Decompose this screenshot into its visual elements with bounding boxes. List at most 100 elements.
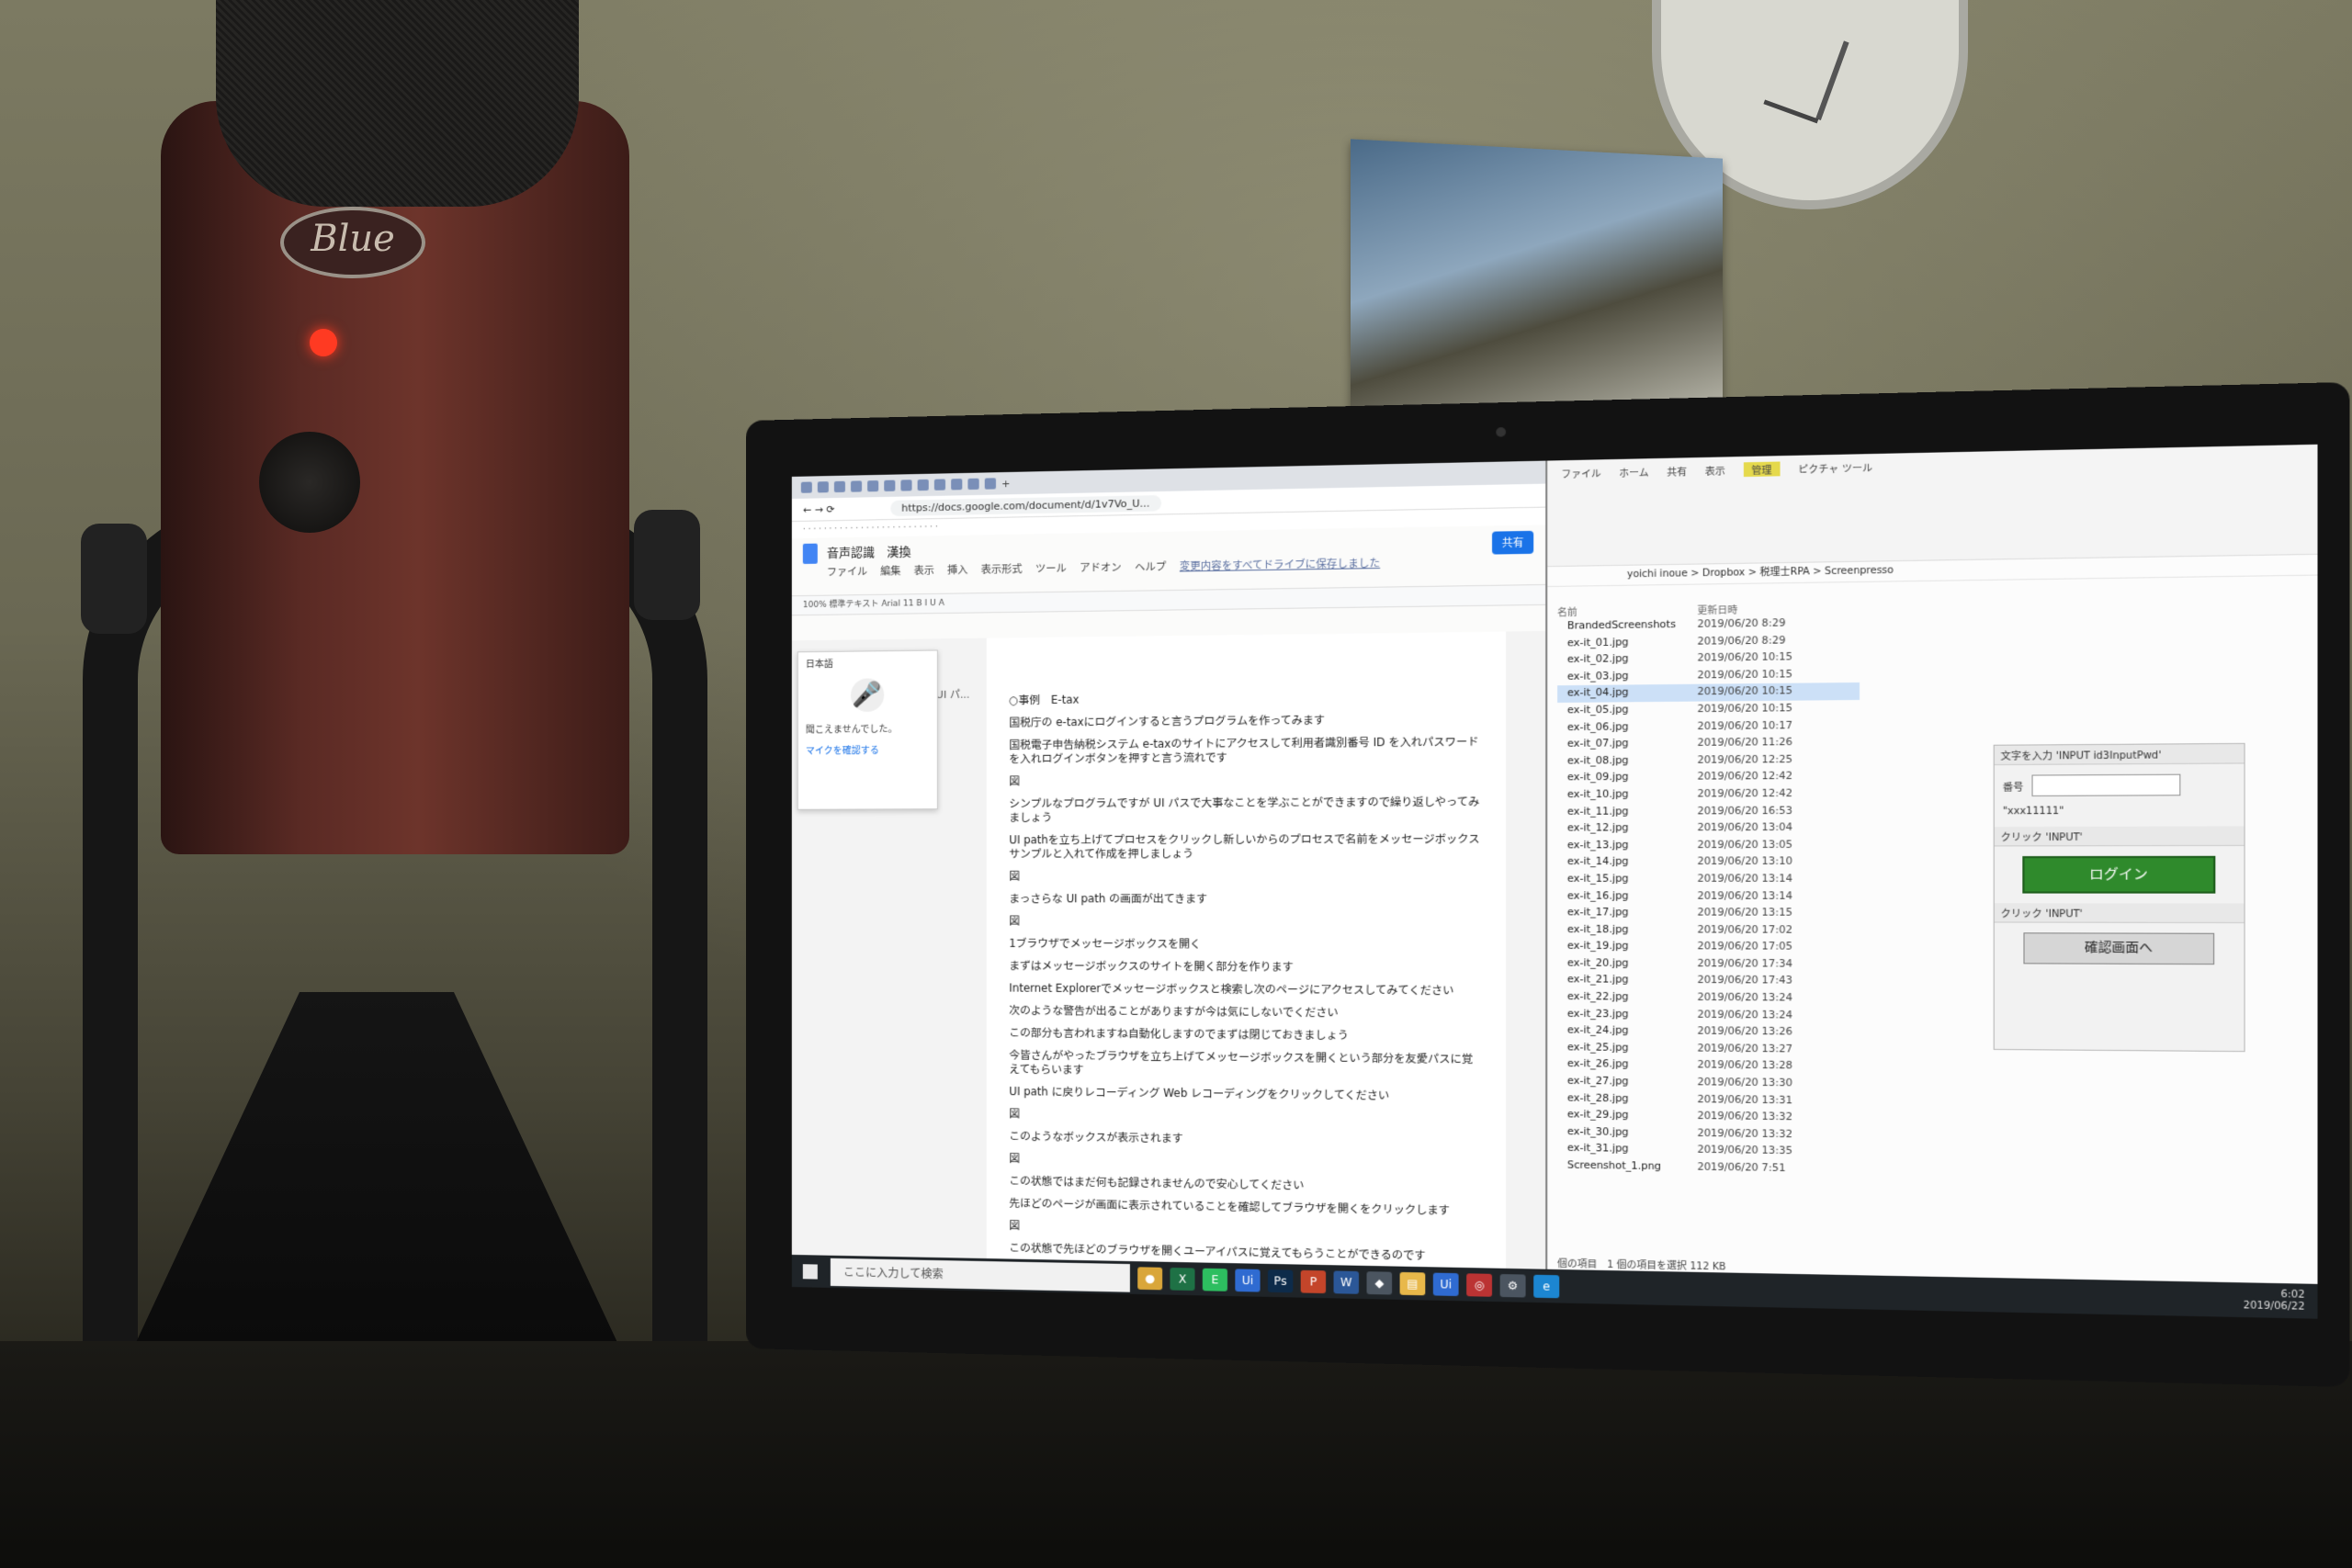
- taskbar-search-input[interactable]: ここに入力して検索: [830, 1258, 1130, 1292]
- column-date-header[interactable]: 更新日時: [1697, 602, 1737, 616]
- tab-icon[interactable]: [867, 479, 879, 492]
- reload-icon[interactable]: ⟳: [826, 503, 834, 515]
- file-date: 2019/06/20 17:05: [1697, 941, 1792, 953]
- tab-icon[interactable]: [917, 479, 929, 491]
- file-row[interactable]: ex-it_14.jpg 2019/06/20 13:10: [1557, 853, 1860, 871]
- field-value[interactable]: "xxx11111": [1995, 806, 2245, 818]
- tab-icon[interactable]: [817, 481, 829, 493]
- check-mic-link[interactable]: マイクを確認する: [798, 734, 937, 757]
- file-row[interactable]: ex-it_16.jpg 2019/06/20 13:14: [1557, 888, 1860, 906]
- file-row[interactable]: ex-it_06.jpg 2019/06/20 10:17: [1557, 717, 1860, 737]
- ribbon-tab[interactable]: 共有: [1667, 464, 1687, 479]
- file-row[interactable]: ex-it_12.jpg 2019/06/20 13:04: [1557, 819, 1860, 837]
- share-button[interactable]: 共有: [1492, 530, 1534, 555]
- menu-item[interactable]: ツール: [1035, 560, 1067, 576]
- file-row[interactable]: ex-it_08.jpg 2019/06/20 12:25: [1557, 751, 1860, 770]
- file-row[interactable]: ex-it_15.jpg 2019/06/20 13:14: [1557, 871, 1860, 888]
- file-row[interactable]: ex-it_07.jpg 2019/06/20 11:26: [1557, 734, 1860, 753]
- doc-paragraph: 図: [1009, 869, 1021, 883]
- menu-item[interactable]: 表示: [914, 563, 934, 579]
- doc-paragraph: シンプルなプログラムですが UI パスで大事なことを学ぶことができますので繰り返…: [1009, 795, 1480, 825]
- word-icon[interactable]: W: [1333, 1269, 1360, 1294]
- app-icon[interactable]: ◆: [1366, 1270, 1393, 1294]
- save-status-link[interactable]: 変更内容をすべてドライブに保存しました: [1180, 556, 1380, 574]
- doc-paragraph: 図: [1009, 914, 1021, 928]
- file-name: ex-it_04.jpg: [1566, 686, 1629, 700]
- mic-logo: Blue: [280, 207, 425, 278]
- file-row[interactable]: ex-it_21.jpg 2019/06/20 17:43: [1557, 972, 1860, 990]
- docs-logo-icon[interactable]: [802, 543, 818, 564]
- menu-item[interactable]: アドオン: [1080, 559, 1121, 575]
- ribbon-tab[interactable]: ホーム: [1619, 464, 1648, 479]
- file-row[interactable]: ex-it_19.jpg 2019/06/20 17:05: [1557, 939, 1860, 956]
- tab-icon[interactable]: [800, 481, 812, 493]
- menu-item[interactable]: ヘルプ: [1135, 558, 1166, 574]
- file-date: 2019/06/20 7:51: [1697, 1161, 1786, 1175]
- uipath-icon[interactable]: Ui: [1235, 1268, 1261, 1292]
- voice-language-select[interactable]: 日本語: [798, 650, 937, 673]
- microphone-icon[interactable]: 🎤: [850, 678, 885, 712]
- ribbon-tab[interactable]: ピクチャ ツール: [1798, 459, 1872, 476]
- doc-paragraph: ○事例 E-tax: [1009, 693, 1080, 707]
- powerpoint-icon[interactable]: P: [1300, 1269, 1327, 1293]
- file-name: ex-it_06.jpg: [1566, 720, 1629, 733]
- menu-item[interactable]: 表示形式: [981, 561, 1023, 577]
- doc-paragraph: このようなボックスが表示されます: [1009, 1129, 1183, 1145]
- excel-icon[interactable]: X: [1170, 1267, 1195, 1291]
- file-name: ex-it_05.jpg: [1566, 704, 1629, 716]
- file-row[interactable]: ex-it_11.jpg 2019/06/20 16:53: [1557, 803, 1860, 821]
- ribbon-tab[interactable]: 表示: [1705, 463, 1725, 478]
- login-button[interactable]: ログイン: [2022, 855, 2216, 894]
- ie-icon[interactable]: e: [1533, 1274, 1560, 1298]
- chrome-icon[interactable]: ●: [1137, 1266, 1163, 1290]
- taskbar-clock[interactable]: 6:02 2019/06/22: [2244, 1288, 2305, 1313]
- file-row[interactable]: ex-it_23.jpg 2019/06/20 13:24: [1557, 1006, 1860, 1025]
- click-activity-label: クリック 'INPUT': [1994, 903, 2245, 924]
- folder-icon[interactable]: ▤: [1399, 1271, 1426, 1295]
- file-name: ex-it_22.jpg: [1566, 990, 1629, 1003]
- new-tab-icon[interactable]: +: [1001, 477, 1010, 489]
- tab-icon[interactable]: [900, 479, 912, 491]
- ribbon-tab-manage[interactable]: 管理: [1743, 461, 1781, 478]
- file-row[interactable]: ex-it_10.jpg 2019/06/20 12:42: [1557, 785, 1860, 804]
- document-page[interactable]: ○事例 E-tax 国税庁の e-taxにログインすると言うプログラムを作ってみ…: [986, 631, 1507, 1314]
- file-row[interactable]: ex-it_17.jpg 2019/06/20 13:15: [1557, 905, 1860, 922]
- back-icon[interactable]: ←: [803, 503, 811, 515]
- file-row[interactable]: ex-it_09.jpg 2019/06/20 12:42: [1557, 768, 1860, 786]
- settings-icon[interactable]: ⚙: [1499, 1273, 1526, 1297]
- file-date: 2019/06/20 13:30: [1697, 1076, 1792, 1089]
- file-row[interactable]: ex-it_22.jpg 2019/06/20 13:24: [1557, 989, 1860, 1008]
- menu-item[interactable]: 編集: [880, 563, 900, 578]
- tab-icon[interactable]: [951, 479, 963, 491]
- photoshop-icon[interactable]: Ps: [1267, 1269, 1294, 1292]
- tab-icon[interactable]: [984, 478, 997, 490]
- doc-paragraph: 図: [1009, 1107, 1021, 1121]
- uipath-icon[interactable]: Ui: [1432, 1272, 1459, 1296]
- file-row[interactable]: ex-it_20.jpg 2019/06/20 17:34: [1557, 955, 1860, 974]
- file-date: 2019/06/20 17:34: [1697, 957, 1792, 970]
- tab-icon[interactable]: [933, 479, 946, 491]
- url-field[interactable]: https://docs.google.com/document/d/1v7Vo…: [889, 494, 1161, 516]
- file-date: 2019/06/20 10:15: [1697, 702, 1792, 716]
- doc-paragraph: 図: [1009, 1151, 1021, 1166]
- menu-item[interactable]: 挿入: [947, 562, 967, 578]
- tab-icon[interactable]: [884, 479, 896, 491]
- tab-icon[interactable]: [967, 478, 979, 491]
- doc-paragraph: Internet Explorerでメッセージボックスと検索し次のページにアクセ…: [1009, 981, 1454, 998]
- menu-item[interactable]: ファイル: [827, 564, 867, 580]
- file-date: 2019/06/20 13:04: [1697, 821, 1792, 834]
- confirm-screen-button[interactable]: 確認画面へ: [2023, 932, 2215, 965]
- file-date: 2019/06/20 13:32: [1697, 1110, 1792, 1123]
- evernote-icon[interactable]: E: [1202, 1268, 1227, 1292]
- tab-icon[interactable]: [833, 480, 845, 493]
- forward-icon[interactable]: →: [815, 503, 823, 515]
- windows-start-icon[interactable]: [802, 1263, 818, 1280]
- file-row[interactable]: ex-it_13.jpg 2019/06/20 13:05: [1557, 837, 1860, 854]
- file-row[interactable]: ex-it_18.jpg 2019/06/20 17:02: [1557, 921, 1860, 939]
- doc-paragraph: UI pathを立ち上げてプロセスをクリックし新しいからのプロセスで名前をメッセ…: [1009, 831, 1480, 861]
- app-icon[interactable]: ◎: [1466, 1272, 1493, 1297]
- ribbon-tab[interactable]: ファイル: [1561, 466, 1600, 480]
- file-name: ex-it_17.jpg: [1566, 907, 1629, 919]
- tab-icon[interactable]: [850, 480, 863, 492]
- file-row[interactable]: Screenshot_1.png 2019/06/20 7:51: [1557, 1157, 1860, 1179]
